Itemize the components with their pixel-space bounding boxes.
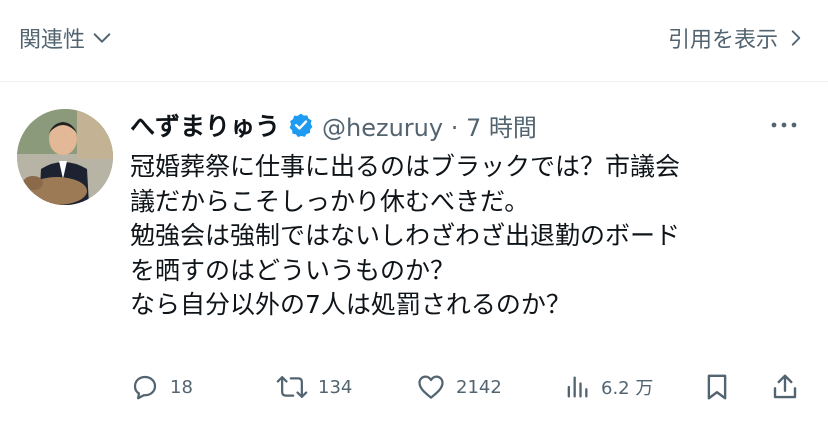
avatar[interactable] (17, 109, 113, 205)
retweet-icon (276, 372, 308, 402)
chevron-right-icon (786, 27, 806, 49)
view-quotes-link[interactable]: 引用を表示 (668, 20, 806, 56)
tweet-line: 勉強会は強制ではないしわざわざ出退勤のボード (130, 221, 681, 250)
views-button[interactable]: 6.2 万 (563, 365, 653, 409)
views-count: 6.2 万 (601, 378, 654, 399)
chevron-down-icon (91, 27, 113, 49)
reply-count: 18 (170, 376, 193, 398)
like-button[interactable]: 2142 (416, 365, 502, 409)
tweet-text: 冠婚葬祭に仕事に出るのはブラックでは？市議会 議だからこそしっかり休むべきだ。 … (130, 150, 810, 323)
top-bar: 関連性 引用を表示 (0, 0, 828, 82)
action-bar: 18 134 2142 6.2 万 (130, 365, 810, 409)
handle-and-time[interactable]: @hezuruy · 7 時間 (322, 108, 537, 143)
share-icon (770, 372, 800, 402)
tweet-line: なら自分以外の7人は処罰されるのか？ (130, 290, 571, 319)
like-icon (416, 372, 446, 402)
bookmark-button[interactable] (702, 365, 732, 409)
related-label: 関連性 (19, 28, 86, 53)
bookmark-icon (702, 372, 732, 402)
views-icon (563, 372, 591, 402)
reply-icon (130, 372, 160, 402)
retweet-count: 134 (318, 376, 353, 398)
verified-badge-icon (288, 112, 314, 138)
share-button[interactable] (770, 365, 800, 409)
display-name[interactable]: へずまりゅう (130, 107, 280, 143)
like-count: 2142 (456, 376, 502, 398)
retweet-button[interactable]: 134 (276, 365, 352, 409)
view-quotes-label: 引用を表示 (667, 28, 778, 53)
tweet-line: 冠婚葬祭に仕事に出るのはブラックでは？市議会 (130, 152, 681, 181)
related-sort-dropdown[interactable]: 関連性 (19, 20, 113, 56)
tweet-line: 議だからこそしっかり休むべきだ。 (130, 186, 530, 216)
more-icon[interactable] (764, 110, 804, 140)
tweet-header: へずまりゅう @hezuruy · 7 時間 (130, 104, 804, 146)
tweet-line: を晒すのはどういうものか？ (130, 255, 456, 285)
reply-button[interactable]: 18 (130, 365, 193, 409)
